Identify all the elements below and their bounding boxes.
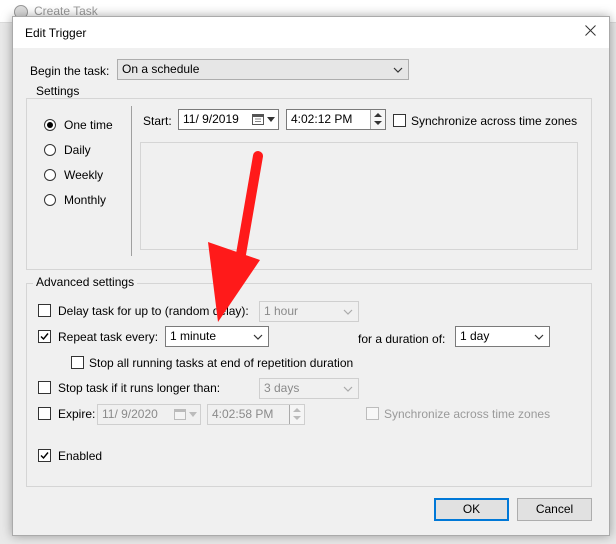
radio-daily[interactable] <box>44 144 56 156</box>
stop-task-longer-dropdown[interactable]: 3 days <box>259 378 359 399</box>
checkmark-icon <box>40 333 49 341</box>
expire-sync-label: Synchronize across time zones <box>384 407 551 421</box>
edit-trigger-dialog: Edit Trigger Begin the task: On a schedu… <box>12 16 610 536</box>
enabled-label: Enabled <box>58 449 103 463</box>
enabled-checkbox[interactable] <box>38 449 51 462</box>
cancel-button[interactable]: Cancel <box>517 498 592 521</box>
expire-date-value: 11/ 9/2020 <box>102 407 158 421</box>
delay-task-checkbox[interactable] <box>38 304 51 317</box>
expire-time-input[interactable]: 4:02:58 PM <box>207 404 305 425</box>
chevron-down-icon <box>393 67 403 73</box>
begin-task-value: On a schedule <box>122 62 200 76</box>
dropdown-caret-icon <box>189 412 197 417</box>
stop-task-longer-label: Stop task if it runs longer than: <box>58 381 221 395</box>
chevron-down-icon <box>253 334 263 340</box>
chevron-down-icon <box>343 309 353 315</box>
calendar-icon <box>174 409 186 420</box>
dialog-title: Edit Trigger <box>25 26 87 40</box>
expire-sync-checkbox[interactable] <box>366 407 379 420</box>
expire-label: Expire: <box>58 407 96 421</box>
duration-dropdown[interactable]: 1 day <box>455 326 550 347</box>
start-label: Start: <box>143 114 172 128</box>
radio-one-time-label: One time <box>64 118 113 132</box>
sync-timezones-checkbox[interactable] <box>393 114 406 127</box>
start-date-picker[interactable]: 11/ 9/2019 <box>178 109 279 130</box>
red-arrow-annotation <box>208 151 263 322</box>
close-icon <box>584 25 596 36</box>
start-date-value: 11/ 9/2019 <box>183 112 239 126</box>
stop-task-longer-checkbox[interactable] <box>38 381 51 394</box>
start-time-value: 4:02:12 PM <box>291 112 353 126</box>
repeat-task-checkbox[interactable] <box>38 330 51 343</box>
begin-task-label: Begin the task: <box>30 64 110 78</box>
settings-group-label: Settings <box>33 84 83 98</box>
expire-checkbox[interactable] <box>38 407 51 420</box>
arrow-head <box>208 242 260 322</box>
stop-task-longer-value: 3 days <box>264 381 300 395</box>
sync-timezones-label: Synchronize across time zones <box>411 114 578 128</box>
repeat-task-label: Repeat task every: <box>58 330 159 344</box>
radio-daily-label: Daily <box>64 143 91 157</box>
start-time-spinner[interactable] <box>370 110 385 129</box>
arrow-shaft <box>235 151 263 265</box>
repeat-interval-value: 1 minute <box>170 329 217 343</box>
ok-button[interactable]: OK <box>434 498 509 521</box>
expire-time-value: 4:02:58 PM <box>212 407 274 421</box>
expire-date-picker[interactable]: 11/ 9/2020 <box>97 404 201 425</box>
chevron-down-icon <box>343 386 353 392</box>
radio-weekly-label: Weekly <box>64 168 104 182</box>
advanced-settings-label: Advanced settings <box>33 275 138 289</box>
close-button[interactable] <box>577 21 603 43</box>
dropdown-caret-icon <box>267 117 275 122</box>
duration-value: 1 day <box>460 329 490 343</box>
expire-time-spinner[interactable] <box>289 405 304 424</box>
radio-monthly[interactable] <box>44 194 56 206</box>
calendar-icon <box>252 114 264 125</box>
radio-monthly-label: Monthly <box>64 193 107 207</box>
dialog-titlebar: Edit Trigger <box>13 17 609 48</box>
radio-weekly[interactable] <box>44 169 56 181</box>
chevron-down-icon <box>534 334 544 340</box>
begin-task-dropdown[interactable]: On a schedule <box>117 59 409 80</box>
settings-divider <box>131 106 132 256</box>
start-time-input[interactable]: 4:02:12 PM <box>286 109 386 130</box>
stop-all-tasks-label: Stop all running tasks at end of repetit… <box>89 356 354 370</box>
radio-one-time[interactable] <box>44 119 56 131</box>
duration-label: for a duration of: <box>358 332 446 346</box>
stop-all-tasks-checkbox[interactable] <box>71 356 84 369</box>
checkmark-icon <box>40 452 49 460</box>
